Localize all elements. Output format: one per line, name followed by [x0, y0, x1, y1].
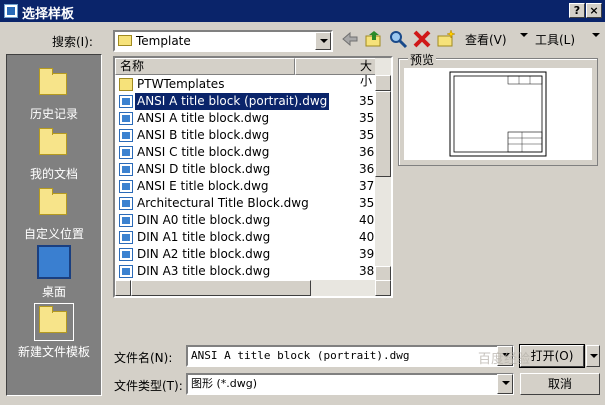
- delete-icon[interactable]: [412, 29, 432, 49]
- places-bar: 历史记录 我的文档 自定义位置 桌面 新建文件模板: [6, 54, 102, 396]
- file-name: DIN A1 title block.dwg: [137, 230, 271, 244]
- view-menu[interactable]: 查看(V): [465, 31, 507, 48]
- cancel-button[interactable]: 取消: [520, 373, 600, 395]
- file-name: DIN A0 title block.dwg: [137, 213, 271, 227]
- folder-up-icon[interactable]: [364, 29, 384, 49]
- file-row[interactable]: ANSI A title block.dwg 35 K: [117, 110, 386, 127]
- file-row[interactable]: ANSI B title block.dwg 35 K: [117, 127, 386, 144]
- filetype-select[interactable]: 图形 (*.dwg): [186, 373, 514, 395]
- cancel-button-label: 取消: [547, 377, 572, 391]
- file-row[interactable]: DIN A2 title block.dwg 39 K: [117, 246, 386, 263]
- file-name: DIN A3 title block.dwg: [137, 264, 271, 278]
- file-name: ANSI E title block.dwg: [137, 179, 269, 193]
- vertical-scrollbar[interactable]: [375, 58, 391, 282]
- filename-value: ANSI A title block (portrait).dwg: [191, 349, 410, 362]
- scroll-thumb[interactable]: [375, 91, 391, 177]
- dwg-file-icon: [119, 129, 133, 142]
- file-row[interactable]: DIN A3 title block.dwg 38 K: [117, 263, 386, 280]
- file-list[interactable]: 名称 大小 PTWTemplates ANSI A title block (po…: [113, 56, 393, 298]
- file-name: DIN A2 title block.dwg: [137, 247, 271, 261]
- place-label: 新建文件模板: [17, 345, 90, 359]
- watermark: 百度经验: [478, 352, 531, 367]
- place-label: 历史记录: [29, 107, 78, 121]
- folder-icon: [118, 35, 132, 46]
- help-button[interactable]: ?: [569, 3, 585, 18]
- filetype-value: 图形 (*.dwg): [191, 377, 258, 390]
- dwg-file-icon: [119, 248, 133, 261]
- place-label: 我的文档: [29, 167, 78, 181]
- dwg-file-icon: [119, 214, 133, 227]
- app-icon: [4, 4, 18, 18]
- place-label: 桌面: [41, 285, 66, 299]
- chevron-down-icon[interactable]: [497, 374, 513, 394]
- chevron-down-icon[interactable]: [592, 33, 600, 37]
- close-button[interactable]: ×: [586, 3, 602, 18]
- file-row[interactable]: Architectural Title Block.dwg 35 K: [117, 195, 386, 212]
- place-history[interactable]: 历史记录: [7, 63, 101, 123]
- open-button-label: 打开(O): [530, 349, 574, 363]
- place-my-documents[interactable]: 我的文档: [7, 123, 101, 183]
- select-template-dialog: 选择样板 ? × 搜索(I): Template 查看(V) 工具(L) 历史记…: [0, 0, 605, 405]
- file-name: ANSI A title block (portrait).dwg: [135, 93, 330, 110]
- file-row[interactable]: DIN A1 title block.dwg 40 K: [117, 229, 386, 246]
- history-folder-icon: [39, 68, 67, 95]
- horizontal-scrollbar[interactable]: [115, 280, 391, 296]
- file-name: ANSI C title block.dwg: [137, 145, 270, 159]
- folder-row[interactable]: PTWTemplates: [117, 76, 379, 93]
- title-bar[interactable]: 选择样板 ? ×: [0, 0, 605, 22]
- dwg-file-icon: [119, 231, 133, 244]
- search-label: 搜索(I):: [52, 35, 93, 49]
- place-label: 自定义位置: [23, 227, 84, 241]
- new-template-folder-icon: [39, 306, 67, 333]
- file-name: Architectural Title Block.dwg: [137, 196, 309, 210]
- preview-label: 预览: [408, 51, 437, 68]
- file-row[interactable]: ANSI E title block.dwg 37 K: [117, 178, 386, 195]
- search-location-value: Template: [136, 34, 191, 48]
- place-custom[interactable]: 自定义位置: [7, 183, 101, 243]
- scroll-up-button[interactable]: [375, 75, 391, 91]
- dwg-file-icon: [119, 112, 133, 125]
- scroll-left-button[interactable]: [115, 280, 131, 296]
- custom-folder-icon: [39, 188, 67, 215]
- desktop-icon: [37, 245, 71, 279]
- back-arrow-icon[interactable]: [340, 29, 360, 49]
- search-location-combo[interactable]: Template: [113, 30, 333, 52]
- column-header-name[interactable]: 名称: [115, 58, 295, 75]
- search-web-icon[interactable]: [388, 29, 408, 49]
- dwg-file-icon: [119, 180, 133, 193]
- dialog-title: 选择样板: [22, 7, 75, 22]
- preview-area: [404, 68, 592, 160]
- chevron-down-icon[interactable]: [315, 32, 331, 50]
- dwg-file-icon: [119, 265, 133, 278]
- my-documents-icon: [39, 128, 67, 155]
- dwg-file-icon: [119, 197, 133, 210]
- file-name: ANSI B title block.dwg: [137, 128, 270, 142]
- dwg-file-icon: [119, 163, 133, 176]
- filename-input[interactable]: ANSI A title block (portrait).dwg: [186, 345, 514, 367]
- chevron-down-icon[interactable]: [520, 33, 528, 37]
- place-new-template[interactable]: 新建文件模板: [7, 301, 101, 361]
- filename-label: 文件名(N):: [114, 351, 173, 365]
- file-name: PTWTemplates: [137, 77, 225, 91]
- file-row[interactable]: ANSI C title block.dwg 36 K: [117, 144, 386, 161]
- scroll-right-button[interactable]: [375, 280, 391, 296]
- folder-icon: [119, 78, 133, 91]
- dwg-file-icon: [119, 146, 133, 159]
- file-row[interactable]: DIN A0 title block.dwg 40 K: [117, 212, 386, 229]
- filetype-label: 文件类型(T):: [114, 379, 183, 393]
- file-name: ANSI D title block.dwg: [137, 162, 271, 176]
- dwg-file-icon: [119, 95, 133, 108]
- file-row[interactable]: ANSI A title block (portrait).dwg 35 K: [117, 93, 386, 110]
- place-desktop[interactable]: 桌面: [7, 241, 101, 301]
- open-options-chevron-down-icon[interactable]: [586, 345, 600, 367]
- tools-menu[interactable]: 工具(L): [535, 31, 575, 48]
- file-name: ANSI A title block.dwg: [137, 111, 270, 125]
- file-row[interactable]: ANSI D title block.dwg 36 K: [117, 161, 386, 178]
- title-block-thumbnail: [449, 71, 547, 157]
- hscroll-thumb[interactable]: [131, 280, 311, 296]
- new-folder-icon[interactable]: [436, 29, 456, 49]
- column-header-size[interactable]: 大小: [295, 58, 379, 88]
